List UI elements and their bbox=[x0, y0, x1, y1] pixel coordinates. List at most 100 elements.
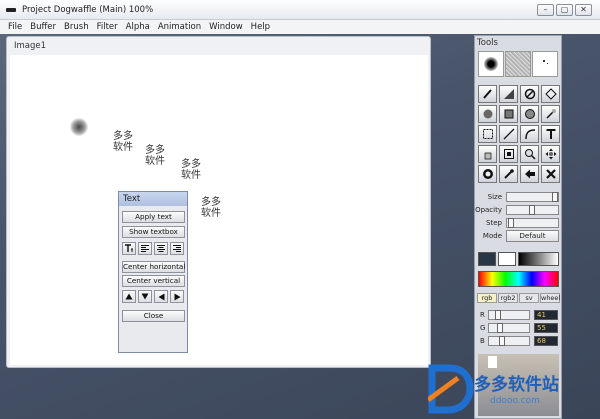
tab-wheel[interactable]: wheel bbox=[540, 293, 560, 303]
tools-panel-title: Tools bbox=[477, 38, 498, 48]
tool-grid bbox=[478, 85, 560, 183]
spray-dot-icon bbox=[547, 63, 548, 64]
text-panel: Text Apply text Show textbox Center hori… bbox=[118, 191, 188, 353]
magic-wand-icon[interactable] bbox=[541, 105, 560, 123]
menu-buffer[interactable]: Buffer bbox=[30, 22, 56, 32]
frame-icon[interactable] bbox=[499, 145, 518, 163]
paintbrush-icon[interactable] bbox=[478, 85, 497, 103]
soft-brush-icon bbox=[484, 57, 498, 71]
watermark-logo-icon bbox=[428, 364, 474, 414]
menu-bar: File Buffer Brush Filter Alpha Animation… bbox=[0, 20, 600, 34]
cancel-x-icon[interactable] bbox=[541, 165, 560, 183]
step-slider-thumb[interactable] bbox=[508, 218, 514, 228]
gradient-swatch[interactable] bbox=[518, 252, 559, 266]
red-slider[interactable] bbox=[488, 310, 530, 320]
color-spectrum[interactable] bbox=[478, 271, 559, 287]
drawing-canvas[interactable]: 多多 软件 多多 软件 多多 软件 多多 软件 bbox=[10, 55, 428, 365]
gradient-icon[interactable] bbox=[499, 85, 518, 103]
curve-icon[interactable] bbox=[520, 125, 539, 143]
maximize-button[interactable]: ▢ bbox=[556, 4, 573, 16]
opacity-label: Opacity bbox=[475, 206, 502, 214]
arrow-down-icon[interactable] bbox=[138, 290, 152, 303]
green-label: G bbox=[480, 324, 486, 332]
size-label: Size bbox=[487, 193, 502, 201]
eraser-icon[interactable] bbox=[541, 85, 560, 103]
mode-dropdown[interactable]: Default bbox=[506, 230, 559, 242]
green-value[interactable]: 55 bbox=[534, 323, 558, 333]
secondary-color-swatch[interactable] bbox=[498, 252, 516, 266]
undo-arrow-icon[interactable] bbox=[520, 165, 539, 183]
window-title: Project Dogwaffle (Main) 100% bbox=[22, 4, 154, 15]
size-slider-thumb[interactable] bbox=[552, 192, 558, 202]
red-label: R bbox=[480, 311, 485, 319]
menu-window[interactable]: Window bbox=[209, 22, 243, 32]
image-window: Image1 多多 软件 多多 软件 多多 软件 多多 软件 bbox=[6, 36, 431, 368]
nudge-row bbox=[122, 290, 184, 303]
tab-rgb[interactable]: rgb bbox=[477, 293, 497, 303]
brush-preview-texture[interactable] bbox=[505, 51, 531, 77]
show-textbox-button[interactable]: Show textbox bbox=[122, 226, 185, 238]
close-text-panel-button[interactable]: Close bbox=[122, 310, 185, 322]
menu-alpha[interactable]: Alpha bbox=[126, 22, 150, 32]
menu-brush[interactable]: Brush bbox=[64, 22, 89, 32]
blue-value[interactable]: 68 bbox=[534, 336, 558, 346]
menu-filter[interactable]: Filter bbox=[97, 22, 118, 32]
watermark: 多多软件站 ddooo.com bbox=[426, 358, 598, 418]
arrow-right-icon[interactable] bbox=[170, 290, 184, 303]
arrow-left-icon[interactable] bbox=[154, 290, 168, 303]
hand-icon[interactable] bbox=[478, 145, 497, 163]
canvas-text-4: 多多 软件 bbox=[201, 197, 221, 219]
brush-preview-soft[interactable] bbox=[478, 51, 504, 77]
step-label: Step bbox=[486, 219, 502, 227]
red-value[interactable]: 41 bbox=[534, 310, 558, 320]
step-slider[interactable] bbox=[506, 218, 559, 228]
menu-animation[interactable]: Animation bbox=[158, 22, 201, 32]
menu-help[interactable]: Help bbox=[251, 22, 270, 32]
text-tool-icon[interactable] bbox=[541, 125, 560, 143]
arrow-up-icon[interactable] bbox=[122, 290, 136, 303]
brush-preview-spray[interactable] bbox=[532, 51, 558, 77]
target-icon[interactable] bbox=[478, 165, 497, 183]
tab-rgb2[interactable]: rgb2 bbox=[498, 293, 518, 303]
filled-circle-icon[interactable] bbox=[520, 105, 539, 123]
text-align-row bbox=[122, 242, 184, 255]
rect-select-icon[interactable] bbox=[478, 125, 497, 143]
image-window-title: Image1 bbox=[14, 41, 47, 51]
watermark-text: 多多软件站 bbox=[474, 375, 559, 395]
apply-text-button[interactable]: Apply text bbox=[122, 211, 185, 223]
opacity-slider-thumb[interactable] bbox=[529, 205, 535, 215]
primary-color-swatch[interactable] bbox=[478, 252, 496, 266]
close-button[interactable]: ✕ bbox=[575, 4, 592, 16]
app-icon[interactable] bbox=[6, 7, 16, 12]
menu-file[interactable]: File bbox=[8, 22, 22, 32]
canvas-text-2: 多多 软件 bbox=[145, 145, 165, 167]
blob-icon[interactable] bbox=[478, 105, 497, 123]
blue-slider-thumb[interactable] bbox=[499, 336, 505, 346]
opacity-slider[interactable] bbox=[506, 205, 559, 215]
blue-slider[interactable] bbox=[488, 336, 530, 346]
center-vertical-button[interactable]: Center vertical bbox=[122, 275, 185, 287]
text-font-icon[interactable] bbox=[122, 242, 136, 255]
color-mode-tabs: rgb rgb2 sv wheel bbox=[477, 293, 560, 303]
move-icon[interactable] bbox=[541, 145, 560, 163]
eyedropper-icon[interactable] bbox=[499, 165, 518, 183]
line-icon[interactable] bbox=[499, 125, 518, 143]
align-center-icon[interactable] bbox=[154, 242, 168, 255]
brush-stroke bbox=[70, 118, 88, 136]
minimize-button[interactable]: – bbox=[537, 4, 554, 16]
red-slider-thumb[interactable] bbox=[495, 310, 501, 320]
size-slider[interactable] bbox=[506, 192, 559, 202]
blue-label: B bbox=[480, 337, 485, 345]
center-horizontal-button[interactable]: Center horizontal bbox=[122, 261, 185, 273]
green-slider-thumb[interactable] bbox=[497, 323, 503, 333]
no-entry-icon[interactable] bbox=[520, 85, 539, 103]
zoom-icon[interactable] bbox=[520, 145, 539, 163]
filled-rect-icon[interactable] bbox=[499, 105, 518, 123]
tab-sv[interactable]: sv bbox=[519, 293, 539, 303]
canvas-text-1: 多多 软件 bbox=[113, 131, 133, 153]
watermark-url: ddooo.com bbox=[490, 396, 540, 406]
canvas-text-3: 多多 软件 bbox=[181, 159, 201, 181]
green-slider[interactable] bbox=[488, 323, 530, 333]
align-right-icon[interactable] bbox=[170, 242, 184, 255]
align-left-icon[interactable] bbox=[138, 242, 152, 255]
